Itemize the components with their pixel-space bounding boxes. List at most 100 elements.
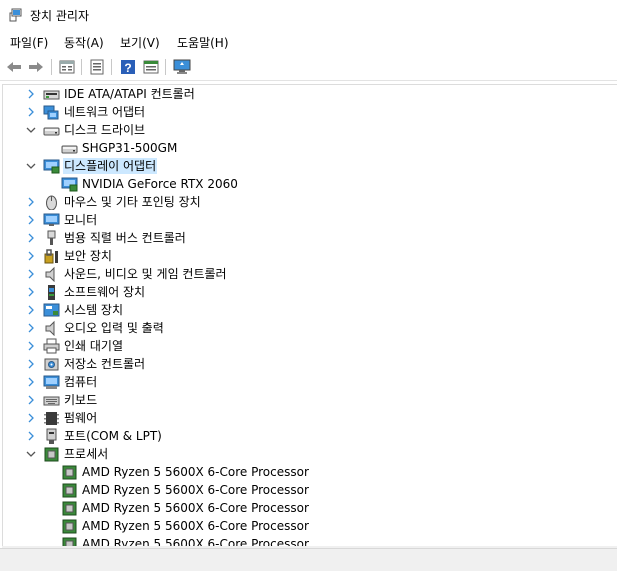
ide-controller-icon <box>43 86 60 102</box>
collapse-toggle[interactable] <box>25 123 37 137</box>
expand-toggle[interactable] <box>25 267 37 281</box>
chevron-right-icon <box>28 251 34 261</box>
view-button[interactable] <box>141 57 161 77</box>
usb-icon <box>43 230 60 246</box>
tree-item-label: 포트(COM & LPT) <box>64 429 162 443</box>
menu-bar: 파일(F) 동작(A) 보기(V) 도움말(H) <box>0 31 617 53</box>
tree-item-label: AMD Ryzen 5 5600X 6-Core Processor <box>82 465 309 479</box>
processor-icon <box>61 536 78 546</box>
tree-item-label: AMD Ryzen 5 5600X 6-Core Processor <box>82 519 309 533</box>
toolbar-separator <box>51 59 52 75</box>
tree-item-label: 시스템 장치 <box>64 303 124 317</box>
tree-category-row[interactable]: 오디오 입력 및 출력 <box>3 319 616 337</box>
tree-category-row[interactable]: 네트워크 어댑터 <box>3 103 616 121</box>
expand-toggle[interactable] <box>25 213 37 227</box>
collapse-toggle[interactable] <box>25 447 37 461</box>
toolbar-separator <box>165 59 166 75</box>
tree-item-label: AMD Ryzen 5 5600X 6-Core Processor <box>82 501 309 515</box>
tree-category-row[interactable]: 포트(COM & LPT) <box>3 427 616 445</box>
tree-category-row[interactable]: 모니터 <box>3 211 616 229</box>
forward-button[interactable] <box>26 57 46 77</box>
properties-button[interactable] <box>57 57 77 77</box>
collapse-toggle[interactable] <box>25 159 37 173</box>
tree-category-row[interactable]: 보안 장치 <box>3 247 616 265</box>
toolbar-separator <box>81 59 82 75</box>
tree-device-row[interactable]: NVIDIA GeForce RTX 2060 <box>3 175 616 193</box>
tree-device-row[interactable]: AMD Ryzen 5 5600X 6-Core Processor <box>3 463 616 481</box>
expand-toggle[interactable] <box>25 357 37 371</box>
tree-device-row[interactable]: SHGP31-500GM <box>3 139 616 157</box>
expand-toggle[interactable] <box>25 231 37 245</box>
tree-category-row[interactable]: 프로세서 <box>3 445 616 463</box>
expand-toggle[interactable] <box>25 249 37 263</box>
tree-item-label: IDE ATA/ATAPI 컨트롤러 <box>64 87 195 101</box>
menu-file[interactable]: 파일(F) <box>8 34 50 51</box>
processor-icon <box>61 482 78 498</box>
tree-device-row[interactable]: AMD Ryzen 5 5600X 6-Core Processor <box>3 499 616 517</box>
expand-toggle[interactable] <box>25 285 37 299</box>
tree-category-row[interactable]: 펌웨어 <box>3 409 616 427</box>
help-button[interactable]: ? <box>118 57 138 77</box>
tree-item-label: 디스플레이 어댑터 <box>63 158 158 174</box>
software-device-icon <box>43 284 60 300</box>
chevron-down-icon <box>26 163 36 169</box>
printer-icon <box>43 338 60 354</box>
menu-help[interactable]: 도움말(H) <box>175 34 231 51</box>
expand-toggle[interactable] <box>25 393 37 407</box>
tree-item-label: 디스크 드라이브 <box>64 123 146 137</box>
chevron-right-icon <box>28 377 34 387</box>
tree-device-row[interactable]: AMD Ryzen 5 5600X 6-Core Processor <box>3 517 616 535</box>
tree-category-row[interactable]: IDE ATA/ATAPI 컨트롤러 <box>3 85 616 103</box>
tree-category-row[interactable]: 범용 직렬 버스 컨트롤러 <box>3 229 616 247</box>
processor-icon <box>61 464 78 480</box>
tree-item-label: 범용 직렬 버스 컨트롤러 <box>64 231 186 245</box>
tree-category-row[interactable]: 저장소 컨트롤러 <box>3 355 616 373</box>
tree-category-row[interactable]: 디스크 드라이브 <box>3 121 616 139</box>
tree-category-row[interactable]: 디스플레이 어댑터 <box>3 157 616 175</box>
expand-toggle[interactable] <box>25 87 37 101</box>
show-hide-tree-button[interactable] <box>87 57 107 77</box>
display-adapter-icon <box>61 176 78 192</box>
network-adapter-icon <box>43 104 60 120</box>
tree-device-row[interactable]: AMD Ryzen 5 5600X 6-Core Processor <box>3 481 616 499</box>
mouse-icon <box>43 194 60 211</box>
tree-category-row[interactable]: 소프트웨어 장치 <box>3 283 616 301</box>
tree-item-label: 오디오 입력 및 출력 <box>64 321 164 335</box>
chevron-right-icon <box>28 233 34 243</box>
scan-hardware-button[interactable] <box>172 57 192 77</box>
expand-toggle[interactable] <box>25 105 37 119</box>
tree-item-label: AMD Ryzen 5 5600X 6-Core Processor <box>82 537 309 546</box>
title-bar: 장치 관리자 <box>0 0 617 30</box>
window-title: 장치 관리자 <box>30 9 90 23</box>
expand-toggle[interactable] <box>25 303 37 317</box>
expand-toggle[interactable] <box>25 429 37 443</box>
tree-category-row[interactable]: 컴퓨터 <box>3 373 616 391</box>
system-device-icon <box>43 302 60 318</box>
tree-item-label: 펌웨어 <box>64 411 98 425</box>
tree-category-row[interactable]: 인쇄 대기열 <box>3 337 616 355</box>
expand-toggle[interactable] <box>25 411 37 425</box>
processor-icon <box>61 518 78 534</box>
expand-toggle[interactable] <box>25 375 37 389</box>
toolbar-separator <box>111 59 112 75</box>
tree-category-row[interactable]: 키보드 <box>3 391 616 409</box>
tree-category-row[interactable]: 시스템 장치 <box>3 301 616 319</box>
chevron-right-icon <box>28 215 34 225</box>
tree-category-row[interactable]: 사운드, 비디오 및 게임 컨트롤러 <box>3 265 616 283</box>
svg-text:?: ? <box>124 61 131 75</box>
tree-item-label: 네트워크 어댑터 <box>64 105 146 119</box>
expand-toggle[interactable] <box>25 321 37 335</box>
expand-toggle[interactable] <box>25 339 37 353</box>
device-tree[interactable]: IDE ATA/ATAPI 컨트롤러네트워크 어댑터디스크 드라이브 SHGP31… <box>2 84 617 546</box>
tree-device-row[interactable]: AMD Ryzen 5 5600X 6-Core Processor <box>3 535 616 546</box>
menu-view[interactable]: 보기(V) <box>118 34 162 51</box>
chevron-right-icon <box>28 287 34 297</box>
scan-hardware-icon <box>173 59 191 74</box>
expand-toggle[interactable] <box>25 195 37 209</box>
tree-category-row[interactable]: 마우스 및 기타 포인팅 장치 <box>3 193 616 211</box>
port-icon <box>43 428 60 444</box>
tree-item-label: 저장소 컨트롤러 <box>64 357 146 371</box>
menu-action[interactable]: 동작(A) <box>62 34 106 51</box>
chevron-right-icon <box>28 359 34 369</box>
back-button[interactable] <box>4 57 24 77</box>
